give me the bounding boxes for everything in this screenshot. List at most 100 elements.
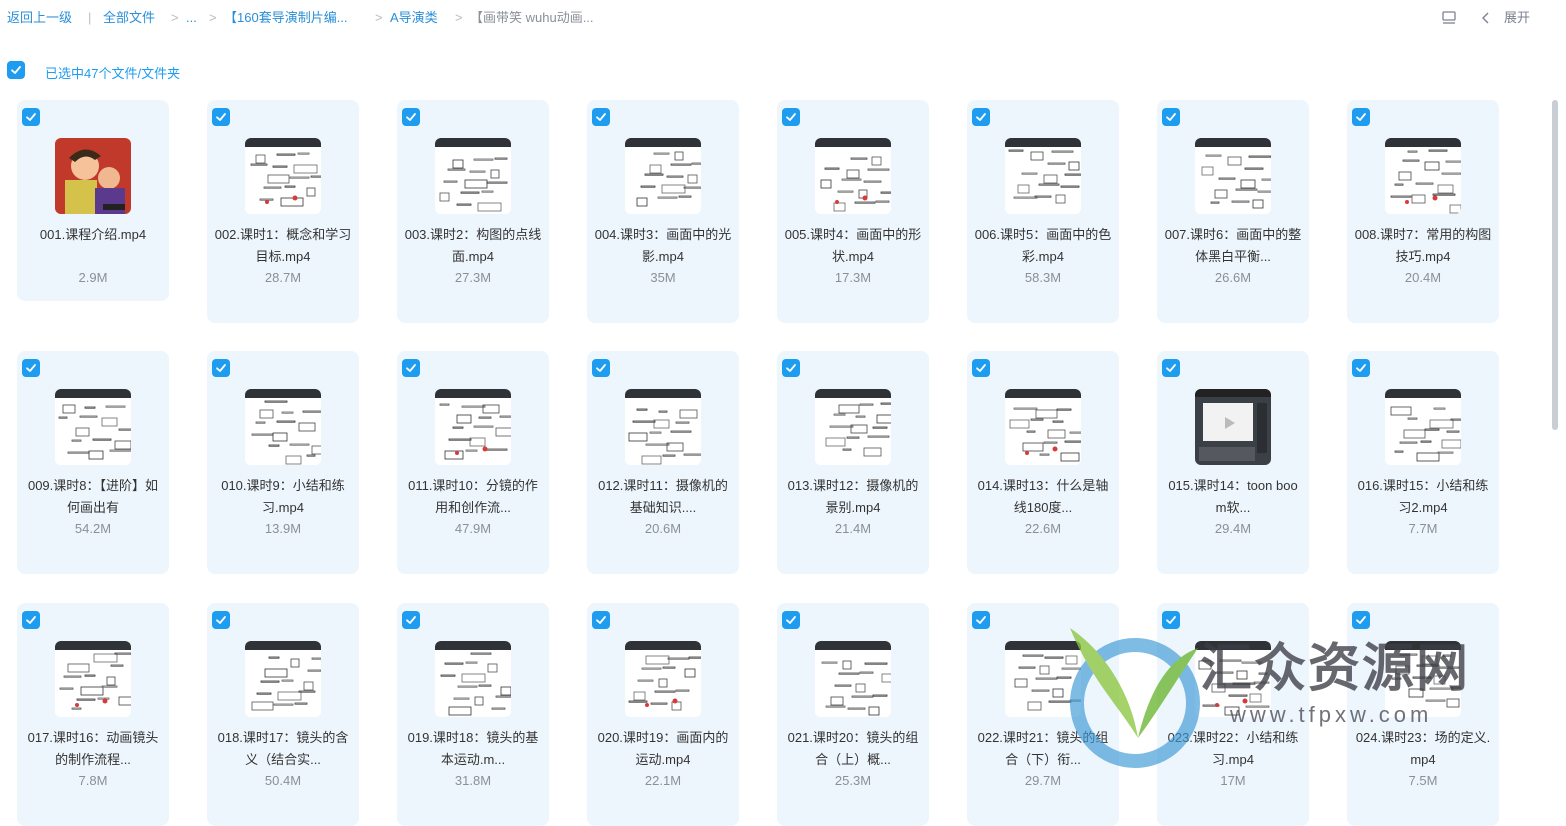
- file-name[interactable]: 003.课时2：构图的点线面.mp4: [403, 224, 543, 268]
- file-checkbox[interactable]: [212, 611, 230, 629]
- file-name[interactable]: 004.课时3：画面中的光影.mp4: [593, 224, 733, 268]
- file-checkbox[interactable]: [972, 359, 990, 377]
- file-checkbox[interactable]: [22, 359, 40, 377]
- video-thumbnail[interactable]: [815, 138, 891, 214]
- breadcrumb-ellipsis[interactable]: ...: [186, 10, 197, 26]
- video-thumbnail[interactable]: [1005, 389, 1081, 465]
- file-card[interactable]: 009.课时8：【进阶】如何画出有 54.2M: [17, 351, 169, 574]
- scrollbar-thumb[interactable]: [1552, 100, 1558, 430]
- video-thumbnail[interactable]: [435, 389, 511, 465]
- file-card[interactable]: 012.课时11：摄像机的基础知识.... 20.6M: [587, 351, 739, 574]
- video-thumbnail[interactable]: [815, 641, 891, 717]
- file-checkbox[interactable]: [212, 108, 230, 126]
- breadcrumb-chevron: >: [171, 10, 179, 25]
- file-name[interactable]: 001.课程介绍.mp4: [23, 224, 163, 246]
- file-card[interactable]: 018.课时17：镜头的含义（结合实... 50.4M: [207, 603, 359, 826]
- file-card[interactable]: 006.课时5：画面中的色彩.mp4 58.3M: [967, 100, 1119, 323]
- video-thumbnail[interactable]: [625, 389, 701, 465]
- file-card[interactable]: 020.课时19：画面内的运动.mp4 22.1M: [587, 603, 739, 826]
- file-card[interactable]: 017.课时16：动画镜头的制作流程... 7.8M: [17, 603, 169, 826]
- video-thumbnail[interactable]: [245, 641, 321, 717]
- video-thumbnail[interactable]: [625, 138, 701, 214]
- file-card[interactable]: 019.课时18：镜头的基本运动.m... 31.8M: [397, 603, 549, 826]
- video-thumbnail[interactable]: [55, 389, 131, 465]
- file-checkbox[interactable]: [592, 108, 610, 126]
- file-checkbox[interactable]: [592, 611, 610, 629]
- file-card[interactable]: 011.课时10：分镜的作用和创作流... 47.9M: [397, 351, 549, 574]
- video-thumbnail[interactable]: [1385, 389, 1461, 465]
- breadcrumb-back-link[interactable]: 返回上一级: [7, 10, 72, 26]
- file-size: 13.9M: [264, 521, 302, 536]
- video-thumbnail[interactable]: [815, 389, 891, 465]
- file-name[interactable]: 015.课时14：toon boom软...: [1163, 475, 1303, 519]
- file-name[interactable]: 012.课时11：摄像机的基础知识....: [593, 475, 733, 519]
- video-thumbnail[interactable]: [55, 641, 131, 717]
- video-thumbnail[interactable]: [625, 641, 701, 717]
- breadcrumb-root-link[interactable]: 全部文件: [103, 10, 155, 26]
- file-checkbox[interactable]: [972, 108, 990, 126]
- file-checkbox[interactable]: [972, 611, 990, 629]
- video-thumbnail[interactable]: [1385, 138, 1461, 214]
- view-toggle-icon[interactable]: [1441, 10, 1457, 26]
- file-checkbox[interactable]: [1352, 108, 1370, 126]
- file-card[interactable]: 010.课时9：小结和练习.mp4 13.9M: [207, 351, 359, 574]
- file-card[interactable]: 003.课时2：构图的点线面.mp4 27.3M: [397, 100, 549, 323]
- file-checkbox[interactable]: [22, 611, 40, 629]
- file-card[interactable]: 002.课时1：概念和学习目标.mp4 28.7M: [207, 100, 359, 323]
- file-name[interactable]: 020.课时19：画面内的运动.mp4: [593, 727, 733, 771]
- file-name[interactable]: 014.课时13：什么是轴线180度...: [973, 475, 1113, 519]
- file-checkbox[interactable]: [782, 611, 800, 629]
- video-thumbnail[interactable]: [1195, 389, 1271, 465]
- file-card[interactable]: 004.课时3：画面中的光影.mp4 35M: [587, 100, 739, 323]
- file-checkbox[interactable]: [402, 359, 420, 377]
- file-checkbox[interactable]: [1162, 108, 1180, 126]
- file-size: 29.4M: [1214, 521, 1252, 536]
- video-thumbnail[interactable]: [245, 138, 321, 214]
- file-name[interactable]: 019.课时18：镜头的基本运动.m...: [403, 727, 543, 771]
- file-card[interactable]: 005.课时4：画面中的形状.mp4 17.3M: [777, 100, 929, 323]
- file-name[interactable]: 009.课时8：【进阶】如何画出有: [23, 475, 163, 519]
- file-checkbox[interactable]: [402, 611, 420, 629]
- file-name[interactable]: 002.课时1：概念和学习目标.mp4: [213, 224, 353, 268]
- select-all-checkbox[interactable]: [7, 61, 25, 79]
- file-name[interactable]: 010.课时9：小结和练习.mp4: [213, 475, 353, 519]
- video-thumbnail[interactable]: [1005, 138, 1081, 214]
- file-checkbox[interactable]: [1352, 359, 1370, 377]
- video-thumbnail[interactable]: [1195, 138, 1271, 214]
- video-thumbnail[interactable]: [245, 389, 321, 465]
- video-thumbnail[interactable]: [55, 138, 131, 214]
- file-checkbox[interactable]: [782, 108, 800, 126]
- expand-button[interactable]: 展开: [1504, 8, 1530, 28]
- file-card[interactable]: 016.课时15：小结和练习2.mp4 7.7M: [1347, 351, 1499, 574]
- file-checkbox[interactable]: [782, 359, 800, 377]
- file-card[interactable]: 014.课时13：什么是轴线180度... 22.6M: [967, 351, 1119, 574]
- file-name[interactable]: 005.课时4：画面中的形状.mp4: [783, 224, 923, 268]
- file-name[interactable]: 018.课时17：镜头的含义（结合实...: [213, 727, 353, 771]
- file-name[interactable]: 008.课时7：常用的构图技巧.mp4: [1353, 224, 1493, 268]
- file-card[interactable]: 015.课时14：toon boom软... 29.4M: [1157, 351, 1309, 574]
- file-checkbox[interactable]: [402, 108, 420, 126]
- file-name[interactable]: 011.课时10：分镜的作用和创作流...: [403, 475, 543, 519]
- file-checkbox[interactable]: [212, 359, 230, 377]
- chevron-left-icon[interactable]: [1480, 10, 1492, 26]
- breadcrumb-folder-1[interactable]: 【160套导演制片编...: [224, 10, 348, 26]
- file-name[interactable]: 017.课时16：动画镜头的制作流程...: [23, 727, 163, 771]
- file-checkbox[interactable]: [1162, 359, 1180, 377]
- file-name[interactable]: 016.课时15：小结和练习2.mp4: [1353, 475, 1493, 519]
- file-checkbox[interactable]: [592, 359, 610, 377]
- video-thumbnail[interactable]: [435, 138, 511, 214]
- video-thumbnail[interactable]: [435, 641, 511, 717]
- file-card[interactable]: 021.课时20：镜头的组合（上）概... 25.3M: [777, 603, 929, 826]
- file-size: 58.3M: [1024, 270, 1062, 285]
- file-checkbox[interactable]: [22, 108, 40, 126]
- file-name[interactable]: 021.课时20：镜头的组合（上）概...: [783, 727, 923, 771]
- file-card[interactable]: 007.课时6：画面中的整体黑白平衡... 26.6M: [1157, 100, 1309, 323]
- file-card[interactable]: 008.课时7：常用的构图技巧.mp4 20.4M: [1347, 100, 1499, 323]
- file-size: 17M: [1220, 773, 1246, 788]
- file-name[interactable]: 007.课时6：画面中的整体黑白平衡...: [1163, 224, 1303, 268]
- file-name[interactable]: 006.课时5：画面中的色彩.mp4: [973, 224, 1113, 268]
- file-name[interactable]: 013.课时12：摄像机的景别.mp4: [783, 475, 923, 519]
- file-card[interactable]: 013.课时12：摄像机的景别.mp4 21.4M: [777, 351, 929, 574]
- file-card[interactable]: 001.课程介绍.mp4 2.9M: [17, 100, 169, 301]
- breadcrumb-folder-2[interactable]: A导演类: [390, 10, 438, 26]
